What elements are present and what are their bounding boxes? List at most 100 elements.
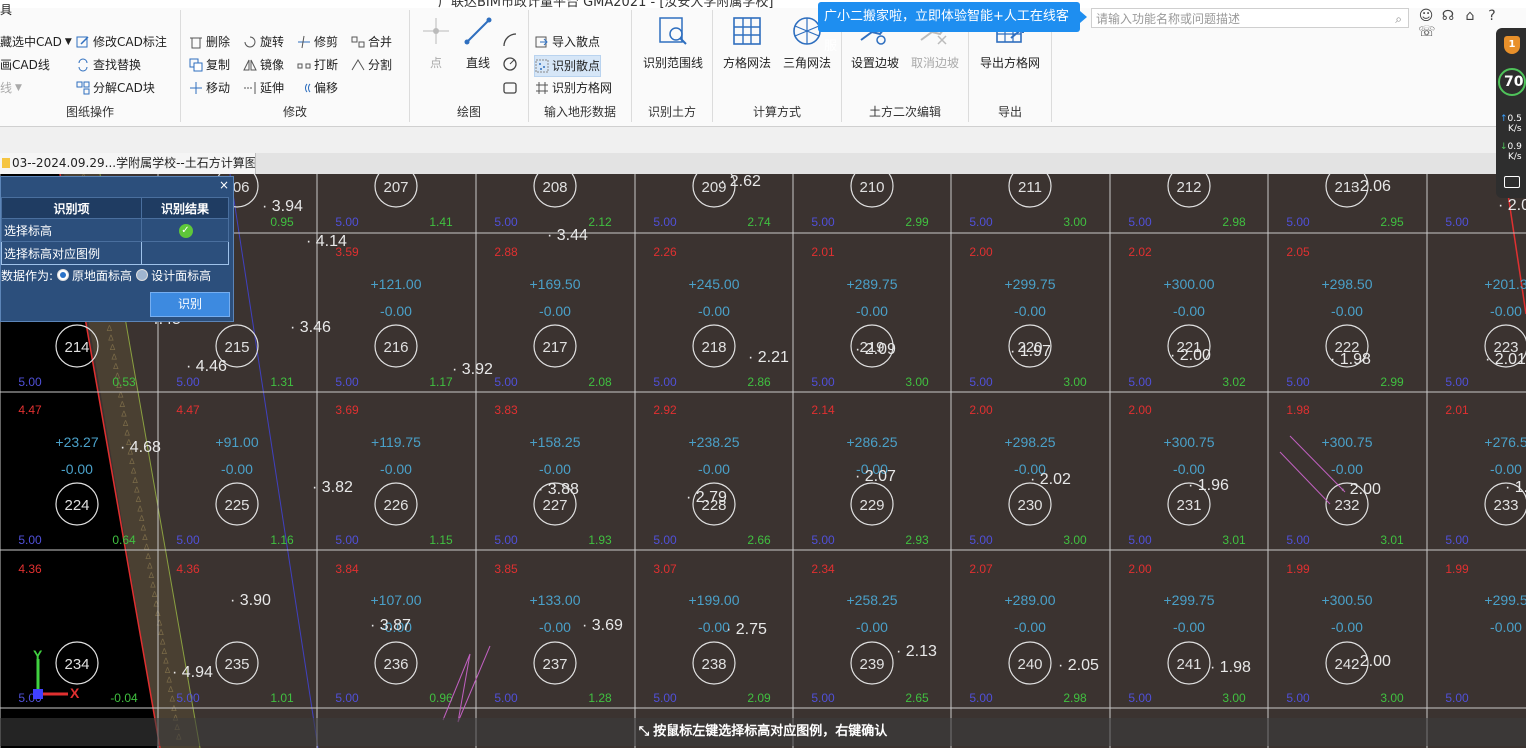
grid-cell-id: 218 bbox=[701, 339, 726, 356]
blue-value: 5.00 bbox=[18, 375, 42, 389]
blue-value: 5.00 bbox=[1445, 691, 1469, 705]
break-button[interactable]: 打断 bbox=[297, 55, 338, 75]
option-design-label[interactable]: 设计面标高 bbox=[151, 269, 211, 283]
scatter-point-label: · 1.98 bbox=[1210, 659, 1251, 676]
recognize-boundary-button[interactable]: 识别范围线 bbox=[638, 14, 708, 71]
green-value: 3.00 bbox=[1222, 691, 1246, 705]
scatter-point-label: · 4.68 bbox=[120, 439, 161, 456]
red-value: 3.83 bbox=[494, 403, 518, 417]
option-original-label[interactable]: 原地面标高 bbox=[72, 269, 132, 283]
slope-hatch: ∆ bbox=[122, 419, 129, 428]
status-text: 按鼠标左键选择标高对应图例，右键确认 bbox=[653, 724, 888, 739]
recognize-button[interactable]: 识别 bbox=[150, 292, 230, 317]
red-value: 2.00 bbox=[1128, 562, 1152, 576]
trim-button[interactable]: 修剪 bbox=[297, 32, 338, 52]
fill-value: +299.75 bbox=[1164, 592, 1215, 608]
close-icon[interactable]: × bbox=[219, 178, 229, 192]
rectangle-icon[interactable] bbox=[502, 80, 518, 96]
table-row[interactable]: 选择标高对应图例 bbox=[1, 241, 229, 265]
cancel-slope-label: 取消边坡 bbox=[910, 56, 959, 70]
fill-value: +245.00 bbox=[689, 276, 740, 292]
slope-hatch: ∆ bbox=[123, 429, 130, 438]
radio-original[interactable] bbox=[57, 269, 70, 281]
grid-cell-id: 226 bbox=[383, 497, 408, 514]
grid-cell-id: 231 bbox=[1176, 497, 1201, 514]
offset-icon bbox=[305, 83, 311, 93]
scatter-point-label: · 2.01 bbox=[1485, 351, 1526, 368]
fill-value: +300.75 bbox=[1322, 434, 1373, 450]
customer-service-tip[interactable]: 广小二搬家啦，立即体验智能+人工在线客服 bbox=[818, 2, 1087, 54]
circle-icon[interactable] bbox=[502, 56, 518, 72]
red-value: 4.47 bbox=[176, 403, 200, 417]
find-replace-button[interactable]: 查找替换 bbox=[76, 55, 141, 75]
arc-icon[interactable] bbox=[502, 32, 518, 48]
copy-button[interactable]: 复制 bbox=[189, 55, 230, 75]
red-value: 4.36 bbox=[176, 562, 200, 576]
arrow-up-icon: ↑ bbox=[1500, 114, 1508, 124]
grid-cell-id: 217 bbox=[542, 339, 567, 356]
download-value: 0.9 bbox=[1507, 142, 1522, 152]
chat-icon[interactable]: ☏ bbox=[1418, 24, 1436, 40]
import-scatter-button[interactable]: 导入散点 bbox=[535, 32, 600, 52]
green-value: 1.93 bbox=[588, 533, 612, 547]
speed-monitor-panel[interactable]: 1 70 ↑0.5 K/s ↓0.9 K/s bbox=[1496, 28, 1526, 198]
group-drawing-ops: 具 藏选中CAD ▼ 画CAD线 线 ▼ 修改CAD标注 查找替换 分解CAD块 图… bbox=[0, 3, 181, 122]
grid-cell-id: 234 bbox=[64, 656, 89, 673]
scatter-point-label: · 2.09 bbox=[855, 341, 896, 358]
draw-cad-line-button[interactable]: 画CAD线 bbox=[0, 55, 50, 75]
green-value: 3.00 bbox=[1063, 215, 1087, 229]
shield-icon: 1 bbox=[1504, 36, 1520, 54]
slope-hatch: ∆ bbox=[132, 476, 139, 485]
explode-cad-block-button[interactable]: 分解CAD块 bbox=[76, 78, 155, 98]
table-row[interactable]: 选择标高 ✓ bbox=[1, 218, 229, 242]
grid-cell-id: 211 bbox=[1018, 179, 1042, 196]
blue-value: 5.00 bbox=[1286, 215, 1310, 229]
recognize-scatter-label: 识别散点 bbox=[552, 59, 601, 73]
recognize-scatter-button[interactable]: 识别散点 bbox=[534, 55, 602, 77]
split-button[interactable]: 分割 bbox=[351, 55, 392, 75]
scatter-point-label: · 2.21 bbox=[748, 349, 789, 366]
green-value: 1.28 bbox=[588, 691, 612, 705]
smile-icon[interactable]: ☺ bbox=[1418, 8, 1434, 24]
blue-value: 5.00 bbox=[1445, 215, 1469, 229]
blue-value: 5.00 bbox=[1286, 691, 1310, 705]
move-button[interactable]: 移动 bbox=[189, 78, 230, 98]
scatter-point-label: · 2.05 bbox=[1498, 197, 1526, 214]
help-icon[interactable]: ? bbox=[1484, 8, 1500, 24]
line-dropdown-button[interactable]: 线 ▼ bbox=[0, 78, 22, 98]
search-icon[interactable]: ⌕ bbox=[1395, 9, 1402, 29]
slope-hatch: ∆ bbox=[161, 647, 168, 656]
mirror-button[interactable]: 镜像 bbox=[243, 55, 284, 75]
scatter-point-label: · 1.96 bbox=[1188, 477, 1229, 494]
delete-button[interactable]: 删除 bbox=[189, 32, 230, 52]
document-tabbar: 03--2024.09.29...学附属学校--土石方计算图- bbox=[0, 153, 1526, 175]
modify-cad-annotation-button[interactable]: 修改CAD标注 bbox=[76, 32, 167, 52]
grid-cell-id: 224 bbox=[64, 497, 89, 514]
fill-value: +238.25 bbox=[689, 434, 740, 450]
headset-icon[interactable]: ☊ bbox=[1440, 8, 1456, 24]
merge-button[interactable]: 合并 bbox=[351, 32, 392, 52]
hide-selected-cad-button[interactable]: 藏选中CAD ▼ bbox=[0, 32, 72, 52]
scatter-point-label: · 3.44 bbox=[547, 227, 588, 244]
blue-value: 5.00 bbox=[494, 215, 518, 229]
radio-design[interactable] bbox=[136, 269, 149, 281]
grid-cell-id: 227 bbox=[542, 497, 567, 514]
grid-method-button[interactable]: 方格网法 bbox=[717, 14, 777, 71]
offset-button[interactable]: 偏移 bbox=[297, 78, 338, 98]
point-tool-button[interactable]: 点 bbox=[416, 14, 456, 71]
cut-value: -0.00 bbox=[1173, 461, 1205, 477]
search-input[interactable]: 请输入功能名称或问题描述 ⌕ bbox=[1091, 8, 1409, 28]
extend-button[interactable]: 延伸 bbox=[243, 78, 284, 98]
tool-fragment[interactable]: 具 bbox=[0, 0, 12, 20]
camera-icon[interactable] bbox=[1504, 176, 1520, 188]
rotate-button[interactable]: 旋转 bbox=[243, 32, 284, 52]
recognize-grid-button[interactable]: 识别方格网 bbox=[535, 78, 612, 98]
edit-annotation-icon bbox=[76, 36, 89, 48]
blue-value: 5.00 bbox=[1445, 375, 1469, 389]
cut-value: -0.00 bbox=[1014, 303, 1046, 319]
shirt-icon[interactable]: ⌂ bbox=[1462, 8, 1478, 24]
row-item: 选择标高 bbox=[1, 218, 142, 242]
group-label: 输入地形数据 bbox=[543, 105, 616, 119]
document-tab[interactable]: 03--2024.09.29...学附属学校--土石方计算图- bbox=[0, 153, 256, 174]
line-tool-button[interactable]: 直线 bbox=[458, 14, 498, 71]
